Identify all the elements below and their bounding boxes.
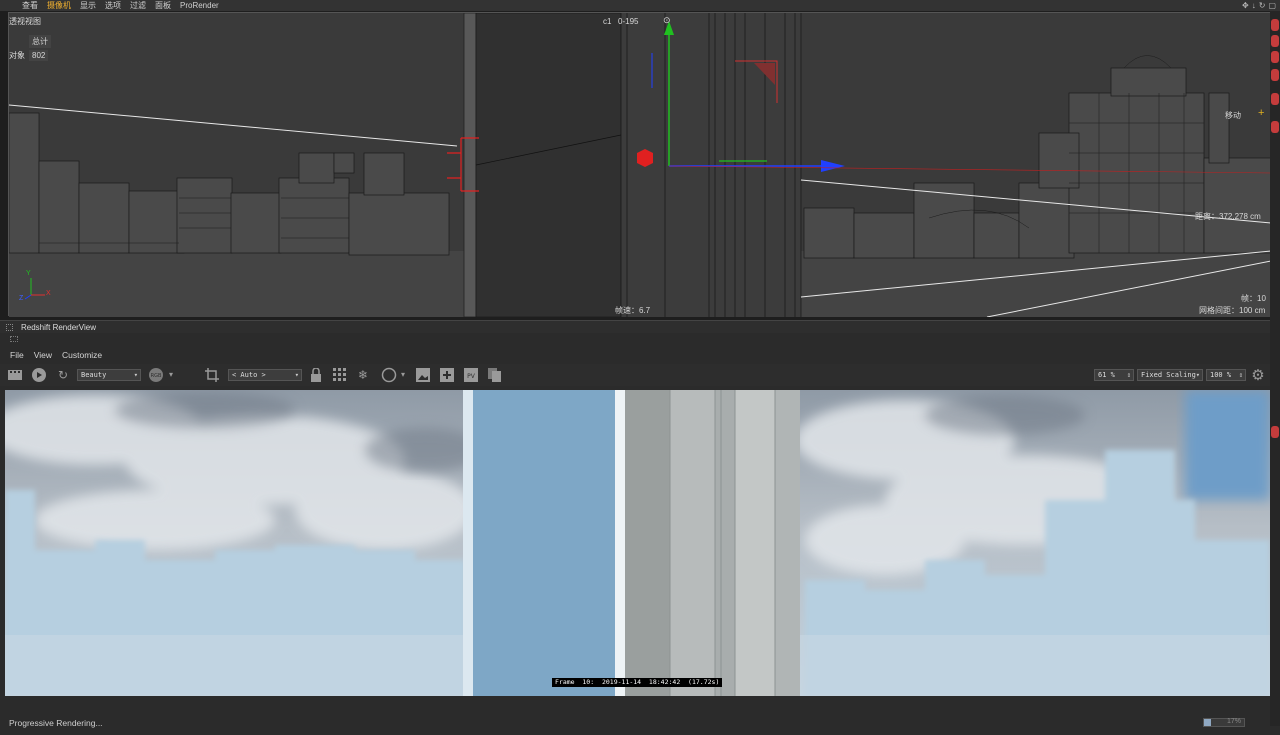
menu-filter[interactable]: 过滤 [130, 0, 146, 11]
rail-tool-icon-1[interactable] [1271, 19, 1279, 31]
drag-handle-icon[interactable] [10, 336, 18, 342]
gear-icon[interactable]: ⚙ [1249, 366, 1267, 384]
add-snapshot-icon[interactable] [438, 366, 456, 383]
panel-grip-icon[interactable] [6, 324, 13, 331]
progress-label: 17% [1227, 718, 1242, 725]
aov-select[interactable]: Beauty [77, 369, 141, 381]
right-tool-rail [1270, 11, 1280, 726]
zoom-input[interactable]: 61 % [1094, 369, 1134, 381]
cinema4d-viewport[interactable]: 查看 摄像机 显示 选项 过滤 面板 ProRender ✥ ↓ ↻ ▢ 透视视… [0, 0, 1280, 320]
pv-icon[interactable]: PV [462, 366, 480, 383]
rail-tool-icon-2[interactable] [1271, 35, 1279, 47]
rail-tool-icon-4[interactable] [1271, 69, 1279, 81]
menu-view-rv[interactable]: View [34, 350, 52, 360]
menu-options[interactable]: 选项 [105, 0, 121, 11]
menu-camera[interactable]: 摄像机 [47, 0, 71, 11]
snowflake-icon[interactable]: ❄ [354, 366, 372, 383]
stats-total-label: 总计 [29, 35, 51, 48]
menu-view[interactable]: 查看 [22, 0, 38, 11]
axis-z-label: Z [19, 295, 24, 302]
menu-customize[interactable]: Customize [62, 350, 102, 360]
renderview-grip-row [0, 333, 1270, 345]
rgb-icon[interactable]: RGB [147, 366, 165, 383]
render-image-content [5, 390, 1270, 696]
frame-readout: 帧：10 [1241, 294, 1266, 303]
axis-x-label: X [46, 290, 51, 297]
image-icon[interactable] [414, 366, 432, 383]
fps-readout: 帧速：6.7 [615, 306, 651, 315]
view-name-label: 透视视图 [9, 17, 41, 26]
film-icon[interactable] [6, 366, 24, 383]
rail-tool-icon-5[interactable] [1271, 93, 1279, 105]
axis-y-label: Y [26, 270, 31, 277]
menu-display[interactable]: 显示 [80, 0, 96, 11]
viewport-scene[interactable]: 透视视图 总计 对象 802 c1 0-195 ⊙ 移动 + 距离：372.27… [8, 12, 1271, 317]
rail-tool-icon-7[interactable] [1271, 426, 1279, 438]
frame-stamp: Frame 10: 2019-11-14 18:42:42 (17.72s) [552, 678, 723, 687]
viewport-menubar: 查看 摄像机 显示 选项 过滤 面板 ProRender ✥ ↓ ↻ ▢ [0, 0, 1280, 11]
circle-icon[interactable] [380, 366, 398, 383]
status-text: Progressive Rendering... [9, 718, 103, 728]
render-image[interactable] [5, 390, 1270, 696]
menu-prorender[interactable]: ProRender [180, 0, 219, 11]
menu-panel[interactable]: 面板 [155, 0, 171, 11]
stats-objects-label: 对象 [9, 51, 25, 60]
scale-input[interactable]: 100 % [1206, 369, 1246, 381]
render-progress-bar: 17% [1203, 718, 1245, 727]
camera-icon[interactable]: ⊙ [663, 15, 671, 26]
renderview-menubar: File View Customize [0, 347, 1270, 362]
rail-tool-icon-3[interactable] [1271, 51, 1279, 63]
rail-tool-icon-6[interactable] [1271, 121, 1279, 133]
circle-dropdown-icon[interactable]: ▾ [399, 366, 407, 383]
crop-region-select[interactable]: < Auto > [228, 369, 302, 381]
renderview-titlebar[interactable]: Redshift RenderView [0, 320, 1270, 333]
svg-text:RGB: RGB [151, 373, 162, 379]
distance-readout: 距离：372.278 cm [1195, 212, 1261, 221]
move-tool-label: 移动 [1225, 111, 1241, 120]
play-icon[interactable] [30, 366, 48, 383]
stats-objects-value: 802 [29, 50, 49, 61]
scene-wireframe [9, 13, 1271, 317]
renderview-title: Redshift RenderView [21, 323, 97, 332]
svg-text:PV: PV [467, 373, 476, 380]
viewport-nav-icons: ✥ ↓ ↻ ▢ [1242, 0, 1276, 11]
grid-spacing-readout: 网格间距：100 cm [1199, 306, 1266, 315]
move-view-icon[interactable]: ✥ [1242, 1, 1249, 10]
camera-label: c1 [603, 17, 612, 26]
scaling-select[interactable]: Fixed Scaling [1137, 369, 1203, 381]
renderview-toolbar: ↻ Beauty RGB ▾ < Auto > ❄ ▾ PV 61 % Fixe… [0, 364, 1270, 386]
copy-icon[interactable] [486, 366, 504, 383]
status-bar: Progressive Rendering... 17% [0, 712, 1270, 735]
frame-range-label: 0-195 [618, 17, 639, 26]
menu-file[interactable]: File [10, 350, 24, 360]
crop-icon[interactable] [203, 366, 221, 383]
maximize-view-icon[interactable]: ▢ [1268, 1, 1276, 10]
rgb-dropdown-icon[interactable]: ▾ [167, 366, 175, 383]
rotate-view-icon[interactable]: ↻ [1259, 1, 1266, 10]
grid-icon[interactable] [331, 366, 349, 383]
move-crosshair-icon[interactable]: + [1258, 107, 1264, 119]
progress-fill [1204, 719, 1211, 726]
scroll-view-icon[interactable]: ↓ [1252, 1, 1256, 10]
lock-icon[interactable] [308, 366, 324, 383]
refresh-icon[interactable]: ↻ [54, 366, 72, 383]
